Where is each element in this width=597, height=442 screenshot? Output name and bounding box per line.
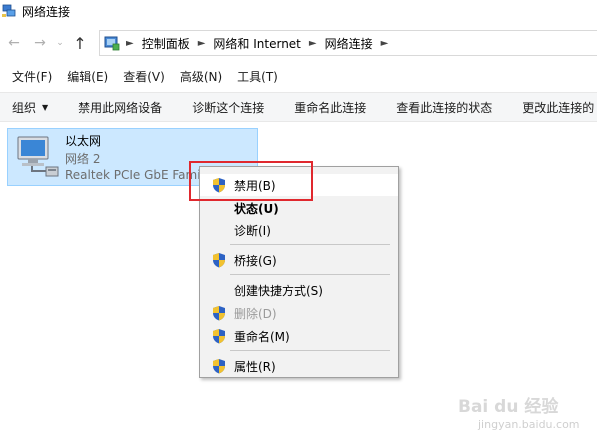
adapter-name: 以太网 <box>65 134 102 148</box>
baidu-watermark: Bai du 经验 <box>458 397 559 417</box>
menu-item-diagnose-label: 诊断(I) <box>234 224 271 238</box>
menu-item-properties-label: 属性(R) <box>234 360 276 374</box>
recent-locations-chevron-icon[interactable]: ⌄ <box>54 33 66 53</box>
network-adapter-icon <box>17 136 59 177</box>
menu-bar: 文件(F) 编辑(E) 查看(V) 高级(N) 工具(T) <box>0 64 597 88</box>
network-connections-icon <box>2 4 16 17</box>
breadcrumb-sep-1[interactable]: ► <box>190 38 214 49</box>
menu-item-status-label: 状态(U) <box>234 202 279 216</box>
menu-item-rename[interactable]: 重命名(M) <box>200 325 398 347</box>
uac-shield-icon <box>213 253 225 268</box>
breadcrumb-root-chevron[interactable]: ► <box>120 38 142 49</box>
menu-separator <box>230 274 390 275</box>
menu-advanced[interactable]: 高级(N) <box>180 68 222 85</box>
uac-shield-icon <box>213 359 225 374</box>
breadcrumb-sep-2[interactable]: ► <box>301 38 325 49</box>
uac-shield-icon <box>213 306 225 321</box>
menu-file[interactable]: 文件(F) <box>12 68 52 85</box>
up-arrow-icon[interactable]: ↑ <box>70 33 90 53</box>
title-bar: 网络连接 <box>0 0 597 22</box>
menu-item-delete: 删除(D) <box>200 302 398 324</box>
diagnose-connection-button[interactable]: 诊断这个连接 <box>192 99 264 116</box>
breadcrumb-network-internet[interactable]: 网络和 Internet <box>213 35 300 52</box>
menu-item-properties[interactable]: 属性(R) <box>200 355 398 377</box>
menu-separator <box>230 350 390 351</box>
menu-tools[interactable]: 工具(T) <box>237 68 278 85</box>
forward-arrow-icon[interactable]: → <box>30 33 50 53</box>
uac-shield-icon <box>213 329 225 344</box>
address-box[interactable]: ► 控制面板 ► 网络和 Internet ► 网络连接 ► <box>99 30 597 56</box>
change-settings-button[interactable]: 更改此连接的 <box>522 99 594 116</box>
command-toolbar: 组织 ▼ 禁用此网络设备 诊断这个连接 重命名此连接 查看此连接的状态 更改此连… <box>0 92 597 122</box>
menu-item-bridge-label: 桥接(G) <box>234 254 277 268</box>
view-status-button[interactable]: 查看此连接的状态 <box>396 99 492 116</box>
menu-item-create-shortcut[interactable]: 创建快捷方式(S) <box>200 279 398 301</box>
menu-item-rename-label: 重命名(M) <box>234 330 290 344</box>
organize-label: 组织 <box>12 100 37 115</box>
control-panel-icon <box>104 36 120 51</box>
window-title: 网络连接 <box>22 4 71 19</box>
rename-connection-button[interactable]: 重命名此连接 <box>294 99 366 116</box>
menu-edit[interactable]: 编辑(E) <box>67 68 108 85</box>
menu-separator <box>230 244 390 245</box>
address-bar: ← → ⌄ ↑ ► 控制面板 ► 网络和 Internet ► 网络连接 ► <box>0 28 597 58</box>
menu-item-delete-label: 删除(D) <box>234 307 277 321</box>
disable-device-button[interactable]: 禁用此网络设备 <box>78 99 162 116</box>
menu-item-create-shortcut-label: 创建快捷方式(S) <box>234 284 323 298</box>
organize-button[interactable]: 组织 ▼ <box>12 99 48 116</box>
breadcrumb-network-connections[interactable]: 网络连接 <box>325 35 373 52</box>
back-arrow-icon[interactable]: ← <box>4 33 24 53</box>
menu-item-diagnose[interactable]: 诊断(I) <box>200 219 398 241</box>
breadcrumb-control-panel[interactable]: 控制面板 <box>142 35 190 52</box>
breadcrumb-sep-3[interactable]: ► <box>373 38 397 49</box>
menu-view[interactable]: 查看(V) <box>123 68 165 85</box>
adapter-network: 网络 2 <box>65 152 101 166</box>
dropdown-caret-icon: ▼ <box>42 102 49 112</box>
baidu-watermark-url: jingyan.baidu.com <box>478 418 580 431</box>
annotation-highlight-box <box>189 161 313 201</box>
menu-item-bridge[interactable]: 桥接(G) <box>200 249 398 271</box>
